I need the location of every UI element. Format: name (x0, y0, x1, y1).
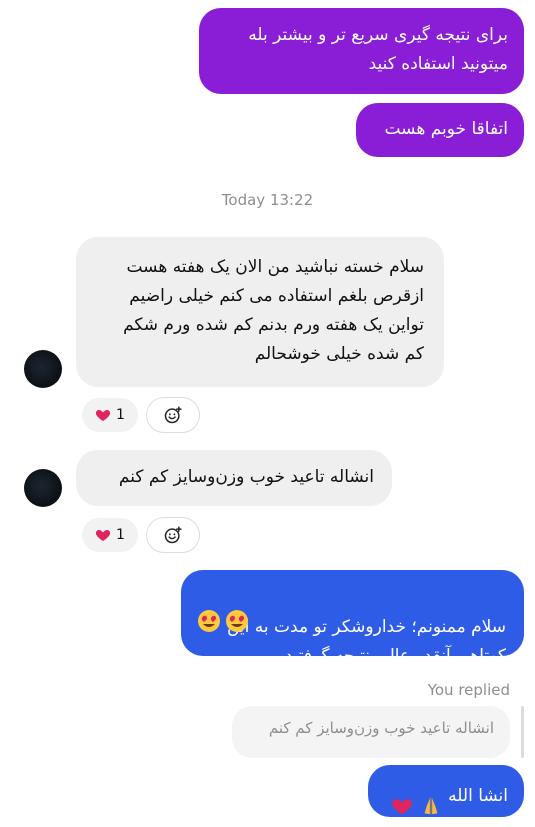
message-text: انشا الله (448, 786, 508, 806)
contact-avatar[interactable] (24, 350, 62, 388)
reaction-count: 1 (116, 407, 125, 423)
message-bubble-outgoing[interactable]: سلام ممنونم؛ خداروشکر تو مدت به این کوتا… (181, 570, 524, 666)
message-bubble-incoming[interactable]: سلام خسته نباشید من الان یک هفته هست ازق… (76, 237, 444, 387)
message-bubble-outgoing[interactable]: برای نتیجه گیری سریع تر و بیشتر بله میتو… (199, 8, 524, 94)
heart-icon (95, 410, 111, 421)
add-reaction-icon (164, 526, 182, 544)
message-bubble-outgoing[interactable]: اتفاقا خوبم هست (356, 103, 524, 157)
add-reaction-button[interactable] (146, 397, 200, 433)
reaction-count: 1 (116, 527, 125, 543)
add-reaction-icon (164, 406, 182, 424)
contact-avatar[interactable] (24, 469, 62, 507)
message-bubble-outgoing[interactable]: انشا الله (368, 765, 524, 817)
quoted-reply[interactable]: انشاله تاعید خوب وزن‌وسایز کم کنم (232, 706, 510, 758)
praying-hands-emoji (420, 766, 442, 827)
heart-eyes-emoji (197, 580, 249, 643)
add-reaction-button[interactable] (146, 517, 200, 553)
reaction-badge[interactable]: 1 (82, 518, 138, 552)
message-timestamp: Today 13:22 (221, 191, 314, 209)
reply-indicator-bar (521, 706, 524, 758)
heart-emoji (390, 766, 414, 827)
heart-icon (95, 530, 111, 541)
reaction-badge[interactable]: 1 (82, 398, 138, 432)
message-text: سلام ممنونم؛ خداروشکر تو مدت به این کوتا… (227, 617, 506, 666)
message-bubble-incoming[interactable]: انشاله تاعید خوب وزن‌وسایز کم کنم (76, 450, 392, 506)
you-replied-label: You replied (427, 681, 510, 699)
